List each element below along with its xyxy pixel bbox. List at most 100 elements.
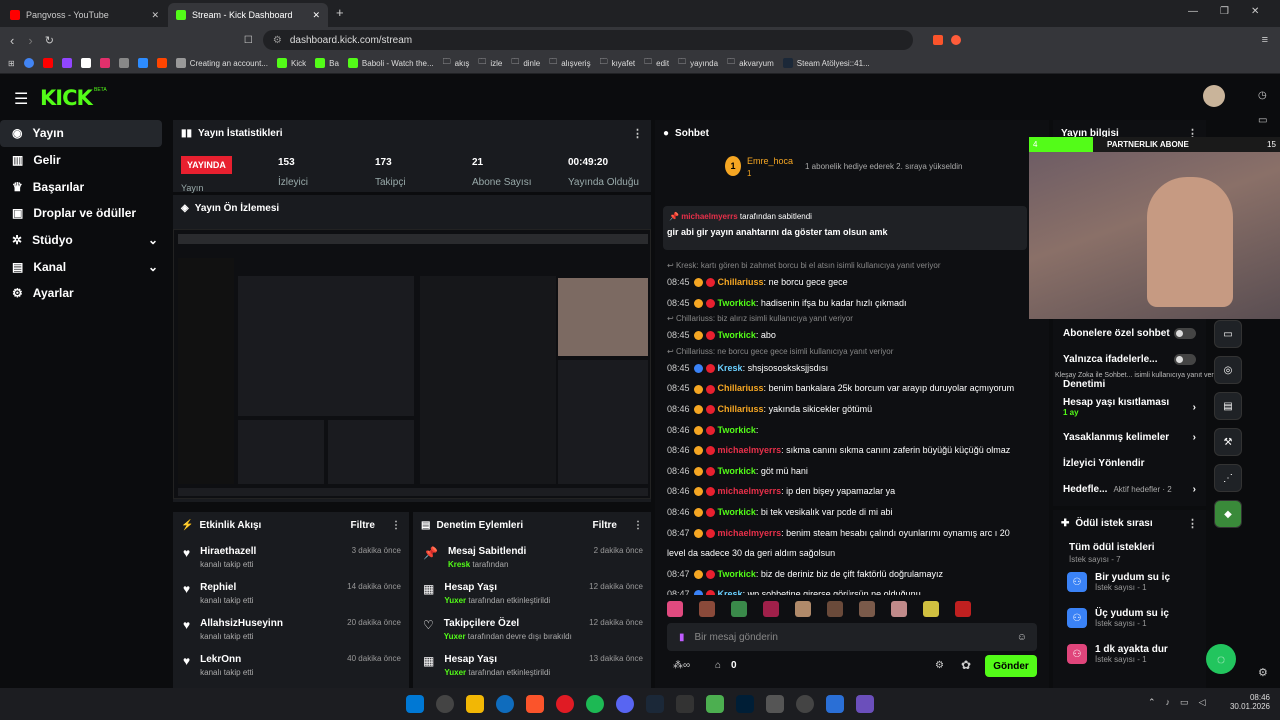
app-icon[interactable]: ◆: [1214, 500, 1242, 528]
message-username[interactable]: Tworkick: [718, 330, 756, 340]
chevron-up-icon[interactable]: ⌃: [1148, 697, 1156, 708]
sidebar-item-studyo[interactable]: ✲ Stüdyo ⌄: [0, 227, 170, 254]
reward-item[interactable]: ⚇ Bir yudum su iç İstek sayısı - 1: [1053, 564, 1206, 600]
search-icon[interactable]: [436, 695, 454, 713]
chat-message[interactable]: 08:46 Tworkick:: [655, 420, 1049, 441]
filter-button[interactable]: Filtre: [351, 520, 375, 531]
bookmark-item[interactable]: Steam Atölyesi::41...: [782, 58, 870, 68]
side-panel-icon[interactable]: ▭: [1258, 115, 1267, 126]
cloud-icon[interactable]: [137, 58, 148, 68]
brave-rewards-icon[interactable]: [950, 35, 961, 45]
sidebar-item-ayarlar[interactable]: ⚙ Ayarlar: [0, 280, 170, 307]
chat-settings-icon[interactable]: ⚙: [935, 660, 944, 671]
obs-icon[interactable]: [796, 695, 814, 713]
chat-message[interactable]: 08:45 Chillariuss: benim bankalara 25k bo…: [655, 378, 1049, 399]
sidebar-item-yayin[interactable]: ◉ Yayın: [0, 120, 162, 147]
emote-icon[interactable]: [731, 601, 747, 617]
back-icon[interactable]: ‹: [10, 33, 14, 48]
chat-message[interactable]: 08:45 Kresk: shsjsososksksjjsdısı: [655, 358, 1049, 379]
emote-icon[interactable]: [891, 601, 907, 617]
side-panel-icon[interactable]: ◷: [1258, 90, 1267, 101]
message-username[interactable]: Tworkick: [718, 507, 756, 517]
chat-message[interactable]: 08:47 michaelmyerrs: benim steam hesabı ç…: [655, 523, 1049, 544]
bookmark-folder[interactable]: 🗀 yayında: [678, 56, 718, 70]
chat-input[interactable]: ▮ Bir mesaj gönderin ☺: [667, 623, 1037, 651]
message-username[interactable]: Chillariuss: [718, 277, 764, 287]
store-icon[interactable]: ⌂: [715, 660, 721, 671]
emote-icon[interactable]: [955, 601, 971, 617]
reddit-icon[interactable]: [156, 58, 167, 68]
toggle-switch[interactable]: [1174, 353, 1196, 365]
chat-message[interactable]: 08:45 Tworkick: hadisenin ifşa bu kadar h…: [655, 293, 1049, 314]
more-icon[interactable]: ⋮: [391, 520, 401, 531]
send-button[interactable]: Gönder: [985, 655, 1037, 677]
chat-message[interactable]: 08:46 Tworkick: bi tek vesikalık var pcde…: [655, 502, 1049, 523]
emote-icon[interactable]: [795, 601, 811, 617]
tab-youtube[interactable]: Pangvoss - YouTube ✕: [2, 3, 167, 27]
setting-banned-words[interactable]: Yasaklanmış kelimeler ›: [1053, 424, 1206, 450]
emote-icon[interactable]: [923, 601, 939, 617]
spotify-icon[interactable]: [586, 695, 604, 713]
message-username[interactable]: Tworkick: [718, 298, 756, 308]
sidebar-item-basarilar[interactable]: ♛ Başarılar: [0, 173, 170, 200]
app-icon[interactable]: [676, 695, 694, 713]
chat-message[interactable]: 08:47 Tworkick: biz de deriniz biz de çif…: [655, 564, 1049, 585]
bookmark-folder[interactable]: 🗀 akış: [443, 56, 470, 70]
mic-icon[interactable]: ♪: [1166, 697, 1171, 708]
google-icon[interactable]: [23, 58, 34, 68]
settings-icon[interactable]: ⚙: [1258, 666, 1268, 679]
app-icon[interactable]: [826, 695, 844, 713]
emote-icon[interactable]: [699, 601, 715, 617]
more-icon[interactable]: ⋮: [633, 520, 643, 531]
top-gifter-name[interactable]: Emre_hoca: [747, 156, 793, 166]
bookmark-folder[interactable]: 🗀 dinle: [511, 56, 540, 70]
bookmark-folder[interactable]: 🗀 kıyafet: [600, 56, 636, 70]
toggle-switch[interactable]: [1174, 327, 1196, 339]
edge-icon[interactable]: [496, 695, 514, 713]
bookmark-icon[interactable]: ☐: [244, 35, 253, 46]
forward-icon[interactable]: ›: [28, 33, 32, 48]
hamburger-menu-icon[interactable]: ☰: [14, 89, 28, 109]
maximize-button[interactable]: ❐: [1220, 6, 1229, 17]
emote-icon[interactable]: [827, 601, 843, 617]
chat-message[interactable]: 08:46 michaelmyerrs: sıkma canını sıkma c…: [655, 440, 1049, 461]
site-info-icon[interactable]: ⚙: [273, 35, 282, 46]
chat-message[interactable]: 08:46 Chillariuss: yakında sikicekler göt…: [655, 399, 1049, 420]
reward-item[interactable]: ⚇ 1 dk ayakta dur İstek sayısı - 1: [1053, 636, 1206, 672]
points-icon[interactable]: ⁂∞: [673, 660, 690, 671]
avatar[interactable]: [1203, 85, 1225, 107]
network-icon[interactable]: ▭: [1180, 697, 1189, 708]
menu-icon[interactable]: ≡: [1262, 34, 1268, 46]
message-username[interactable]: Tworkick: [718, 425, 756, 435]
message-username[interactable]: Chillariuss: [718, 383, 764, 393]
emote-icon[interactable]: [859, 601, 875, 617]
kick-logo[interactable]: KICK: [40, 86, 93, 110]
chat-message[interactable]: 08:46 michaelmyerrs: ip den bişey yapamaz…: [655, 481, 1049, 502]
setting-host-viewers[interactable]: İzleyici Yönlendir: [1053, 450, 1206, 476]
bookmark-item[interactable]: Creating an account...: [175, 58, 268, 68]
share-icon[interactable]: ⋰: [1214, 464, 1242, 492]
pinned-message[interactable]: 📌 michaelmyerrs tarafından sabitlendi gi…: [663, 206, 1027, 250]
more-icon[interactable]: ⋮: [632, 127, 643, 140]
bookmark-item[interactable]: Kick: [276, 58, 306, 68]
bookmark-folder[interactable]: 🗀 edit: [644, 56, 669, 70]
support-icon[interactable]: ◌: [1206, 644, 1236, 674]
volume-icon[interactable]: ◁: [1199, 697, 1206, 708]
message-username[interactable]: michaelmyerrs: [718, 486, 782, 496]
reload-icon[interactable]: ↻: [45, 34, 54, 47]
setting-subscriber-only[interactable]: Abonelere özel sohbet: [1053, 320, 1206, 346]
users-icon[interactable]: ✿: [961, 658, 971, 672]
close-icon[interactable]: ✕: [151, 10, 159, 21]
stream-preview-video[interactable]: [173, 229, 651, 499]
bookmark-item[interactable]: Ba: [315, 58, 339, 68]
setting-goals[interactable]: Hedefle... Aktif hedefler · 2 ›: [1053, 476, 1206, 502]
new-tab-button[interactable]: +: [336, 5, 344, 20]
message-username[interactable]: Tworkick: [718, 569, 756, 579]
wrench-icon[interactable]: ⚒: [1214, 428, 1242, 456]
start-icon[interactable]: [406, 695, 424, 713]
brave-icon[interactable]: [526, 695, 544, 713]
bookmark-item[interactable]: Baboli - Watch the...: [347, 58, 434, 68]
layout-icon[interactable]: ▤: [1214, 392, 1242, 420]
close-window-button[interactable]: ✕: [1251, 6, 1259, 17]
emoji-icon[interactable]: ☺: [1017, 632, 1027, 643]
